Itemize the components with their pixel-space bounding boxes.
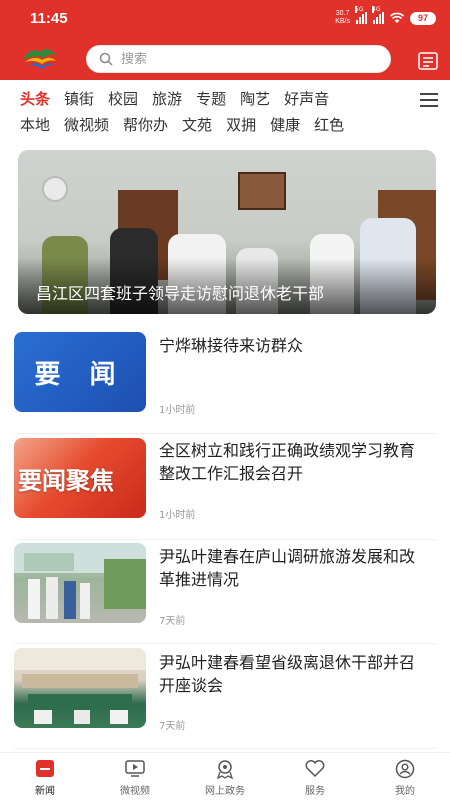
network-speed-unit: KB/s <box>335 18 350 25</box>
nav-video[interactable]: 微视频 <box>90 753 180 800</box>
hero-caption: 昌江区四套班子领导走访慰问退休老干部 <box>36 284 325 303</box>
news-time: 7天前 <box>159 721 186 732</box>
network-speed-value: 30.7 <box>335 10 350 17</box>
battery-icon: 97 <box>410 11 436 25</box>
tab-literature[interactable]: 文苑 <box>182 114 212 135</box>
status-icons: 30.7 KB/s 5G 4G 97 <box>335 6 436 26</box>
status-bar: 11:45 30.7 KB/s 5G 4G 97 <box>0 0 450 36</box>
nav-video-label: 微视频 <box>120 786 150 797</box>
nav-service[interactable]: 服务 <box>270 753 360 800</box>
tab-help[interactable]: 帮你办 <box>123 114 168 135</box>
tab-topics[interactable]: 专题 <box>196 88 226 109</box>
network-speed: 30.7 KB/s <box>335 10 350 26</box>
news-item[interactable]: 要 闻 宁烨琳接待来访群众 1小时前 <box>14 330 436 434</box>
news-title: 尹弘叶建春看望省级离退休干部并召开座谈会 <box>159 653 416 695</box>
news-time: 7天前 <box>159 616 186 627</box>
nav-government-label: 网上政务 <box>205 786 245 797</box>
tab-health[interactable]: 健康 <box>270 114 300 135</box>
tab-military[interactable]: 双拥 <box>226 114 256 135</box>
category-tabs: 头条 镇街 校园 旅游 专题 陶艺 好声音 本地 微视频 帮你办 文苑 双拥 健… <box>0 80 450 142</box>
thumbnail-text: 要闻聚焦 <box>18 465 114 495</box>
tab-ceramics[interactable]: 陶艺 <box>240 88 270 109</box>
hero-banner[interactable]: 昌江区四套班子领导走访慰问退休老干部 <box>18 150 436 314</box>
news-thumbnail: 要 闻 <box>14 332 146 412</box>
tab-local[interactable]: 本地 <box>20 114 50 135</box>
tab-headlines[interactable]: 头条 <box>20 88 50 109</box>
news-time: 1小时前 <box>159 405 196 416</box>
nav-news-label: 新闻 <box>35 786 55 797</box>
news-time: 1小时前 <box>159 510 196 521</box>
hero-wall-clock <box>42 176 68 202</box>
tab-micro-video[interactable]: 微视频 <box>64 114 109 135</box>
tab-travel[interactable]: 旅游 <box>152 88 182 109</box>
news-item[interactable]: 要闻聚焦 全区树立和践行正确政绩观学习教育整改工作汇报会召开 1小时前 <box>14 436 436 540</box>
wifi-icon <box>390 12 404 23</box>
app-logo[interactable] <box>20 42 60 72</box>
news-thumbnail <box>14 648 146 728</box>
nav-service-label: 服务 <box>305 786 325 797</box>
heart-service-icon <box>305 760 325 778</box>
nav-government[interactable]: 网上政务 <box>180 753 270 800</box>
signal-5g-icon: 5G <box>355 6 367 24</box>
search-icon <box>99 52 113 66</box>
video-icon <box>125 760 145 777</box>
search-bar[interactable] <box>86 45 391 73</box>
signal-4g-icon: 4G <box>372 6 384 24</box>
thumbnail-text: 要 闻 <box>34 359 126 390</box>
news-title: 全区树立和践行正确政绩观学习教育整改工作汇报会召开 <box>159 441 416 483</box>
news-title: 宁烨琳接待来访群众 <box>159 336 304 355</box>
nav-news[interactable]: 新闻 <box>0 753 90 800</box>
news-item[interactable]: 尹弘叶建春看望省级离退休干部并召开座谈会 7天前 <box>14 645 436 749</box>
menu-icon[interactable] <box>420 93 438 107</box>
news-thumbnail: 要闻聚焦 <box>14 438 146 518</box>
tab-towns[interactable]: 镇街 <box>64 88 94 109</box>
nav-profile[interactable]: 我的 <box>360 753 450 800</box>
nav-profile-label: 我的 <box>395 786 415 797</box>
government-icon <box>216 760 234 779</box>
bottom-nav: 新闻 微视频 网上政务 服务 我的 <box>0 752 450 800</box>
news-title: 尹弘叶建春在庐山调研旅游发展和改革推进情况 <box>159 547 416 589</box>
tab-campus[interactable]: 校园 <box>108 88 138 109</box>
news-icon <box>36 760 54 777</box>
tab-row-2: 本地 微视频 帮你办 文苑 双拥 健康 红色 <box>20 114 344 135</box>
news-item[interactable]: 尹弘叶建春在庐山调研旅游发展和改革推进情况 7天前 <box>14 540 436 644</box>
top-header: 11:45 30.7 KB/s 5G 4G 97 <box>0 0 450 80</box>
signal-5g-label: 5G <box>355 6 364 13</box>
tab-row-1: 头条 镇街 校园 旅游 专题 陶艺 好声音 <box>20 88 329 109</box>
search-input[interactable] <box>121 51 361 67</box>
signal-4g-label: 4G <box>372 6 381 13</box>
hero-photo-frame <box>238 172 286 210</box>
tab-good-voice[interactable]: 好声音 <box>284 88 329 109</box>
user-icon <box>395 759 415 779</box>
thumbnail-photo <box>14 648 146 724</box>
status-time: 11:45 <box>30 10 68 27</box>
message-box-icon[interactable] <box>418 52 438 70</box>
tab-red[interactable]: 红色 <box>314 114 344 135</box>
thumbnail-photo <box>14 543 146 619</box>
news-thumbnail <box>14 543 146 623</box>
